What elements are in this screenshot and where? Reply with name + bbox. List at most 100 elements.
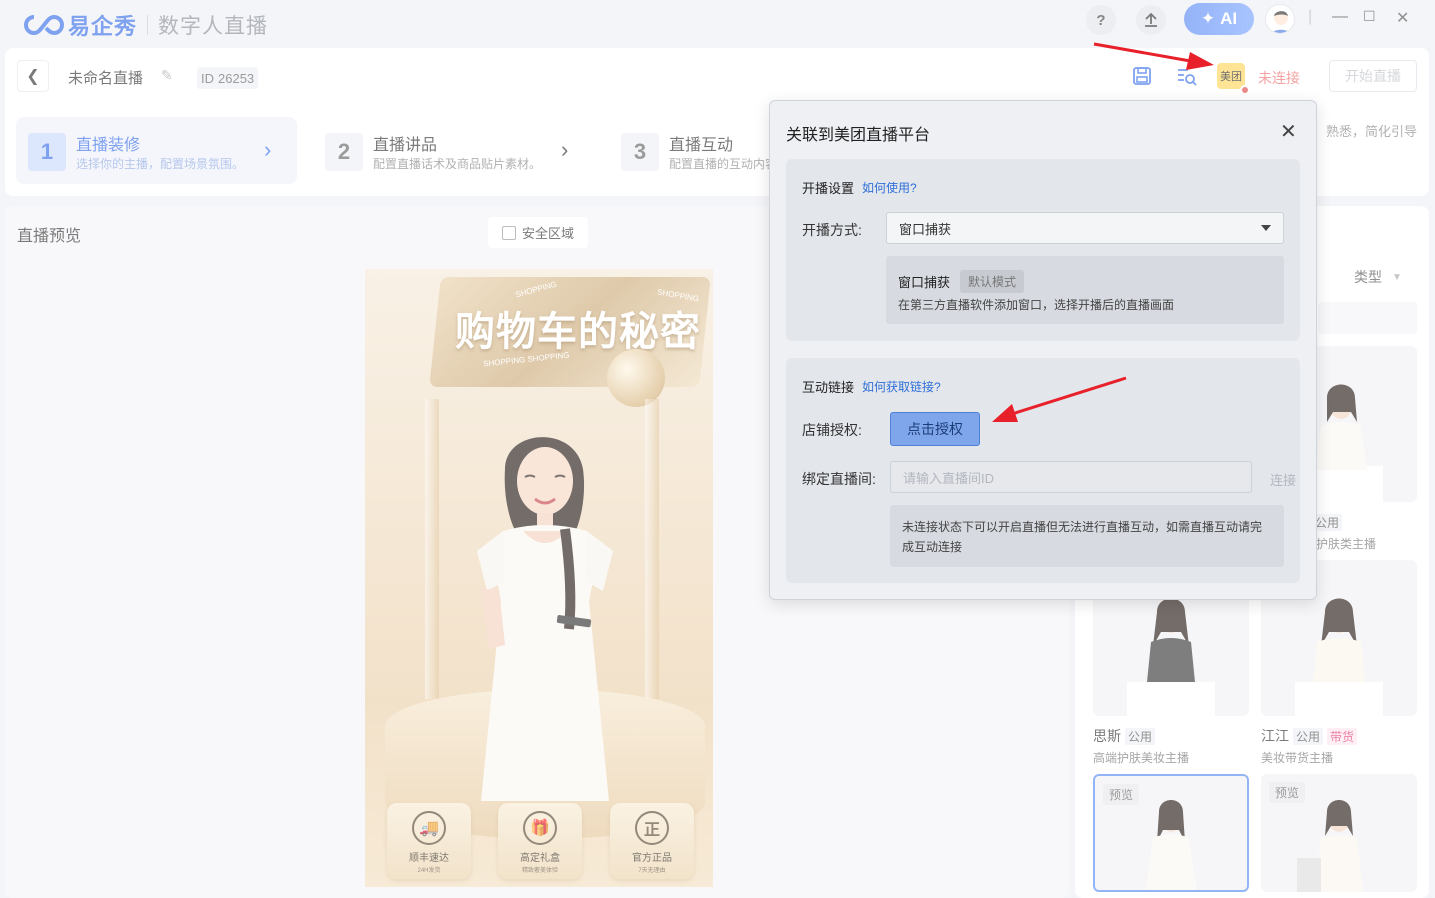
truck-icon: 🚚 (412, 811, 446, 845)
stream-id-badge: ID 26253 (197, 67, 259, 89)
connect-button[interactable]: 连接 (1270, 470, 1296, 489)
chevron-left-icon: ❮ (26, 68, 40, 85)
step-title: 直播互动 (669, 137, 734, 154)
feature-sub: 24H发货 (417, 868, 441, 874)
avatar-name-text: 思斯 (1093, 728, 1121, 744)
safe-area-toggle[interactable]: 安全区域 (488, 217, 588, 248)
section-title: 开播设置 (802, 181, 855, 196)
method-value: 窗口捕获 (899, 221, 952, 237)
mode-title-text: 窗口捕获 (898, 275, 951, 290)
feature-sub: 7天无理由 (638, 868, 666, 874)
close-window-icon[interactable]: ✕ (1396, 8, 1409, 28)
step-title: 直播装修 (76, 137, 141, 154)
feature-label: 高定礼盒 (520, 853, 560, 864)
section-heading: 互动链接 如何获取链接? (802, 377, 941, 396)
title-bar: 易企秀 数字人直播 ? ✦ AI | — ☐ ✕ (0, 0, 1435, 44)
glass-pillar (645, 399, 659, 699)
feature-card: 🚚 顺丰速达 24H发货 (387, 803, 471, 879)
logo-infinity-icon (24, 14, 64, 36)
minimize-icon[interactable]: — (1332, 8, 1348, 26)
how-to-get-link[interactable]: 如何获取链接? (862, 378, 941, 395)
step-title: 直播讲品 (373, 137, 438, 154)
step-1-decor[interactable]: 1 直播装修 选择你的主播，配置场景氛围。 › (16, 117, 297, 184)
close-icon[interactable]: ✕ (1280, 119, 1297, 144)
caret-down-icon (1261, 225, 1271, 231)
method-select[interactable]: 窗口捕获 (886, 212, 1284, 244)
dialog-title: 关联到美团直播平台 (786, 127, 931, 144)
step-hint-text: 熟悉，简化引导 (1326, 124, 1418, 139)
stream-settings-section: 开播设置 如何使用? 开播方式: 窗口捕获 窗口捕获 默认模式 在第三方直播软件… (786, 159, 1300, 341)
user-avatar[interactable] (1265, 4, 1295, 34)
product-name: 数字人直播 (158, 15, 269, 38)
avatar-card[interactable]: 预览 (1261, 774, 1417, 892)
type-filter-select[interactable]: 类型 ▼ (1340, 264, 1416, 290)
preview-tag[interactable]: 预览 (1103, 784, 1140, 805)
brand-name: 易企秀 (68, 14, 138, 39)
search-script-icon[interactable] (1175, 65, 1197, 87)
how-to-use-link[interactable]: 如何使用? (862, 179, 917, 196)
step-desc: 配置直播的互动内容 (669, 157, 769, 171)
mode-title: 窗口捕获 默认模式 (898, 270, 1025, 293)
connection-note: 未连接状态下可以开启直播但无法进行直播互动，如需直播互动请完成互动连接 (890, 505, 1284, 567)
mode-info-box: 窗口捕获 默认模式 在第三方直播软件添加窗口，选择开播后的直播画面 (886, 256, 1284, 324)
live-preview-canvas: SHOPPING SHOPPING SHOPPING SHOPPING 购物车的… (365, 269, 713, 887)
maximize-icon[interactable]: ☐ (1363, 8, 1376, 25)
mode-description: 在第三方直播软件添加窗口，选择开播后的直播画面 (898, 298, 1175, 312)
user-avatar-icon (1271, 11, 1291, 33)
meituan-link-dialog: 关联到美团直播平台 ✕ 开播设置 如何使用? 开播方式: 窗口捕获 窗口捕获 默… (769, 100, 1317, 600)
id-prefix: ID (201, 70, 214, 86)
stream-name[interactable]: 未命名直播 (68, 67, 143, 88)
feature-sub: 精致奢美体验 (521, 868, 558, 874)
avatar-name: 江江 公用 带货 (1261, 726, 1358, 746)
digital-host-image (477, 437, 613, 801)
step-3-interaction[interactable]: 3 直播互动 配置直播的互动内容 (609, 117, 769, 184)
app-logo: 易企秀 数字人直播 (22, 9, 268, 41)
avatar-tag-sale: 带货 (1327, 727, 1358, 745)
banner-title: 购物车的秘密 (455, 310, 701, 354)
room-id-input[interactable]: 请输入直播间ID (890, 461, 1252, 493)
feature-label: 顺丰速达 (409, 853, 449, 864)
meituan-platform-badge[interactable]: 美团 (1217, 63, 1245, 89)
step-number: 3 (621, 133, 659, 171)
avatar-search-bar[interactable] (1318, 302, 1417, 334)
step-desc: 配置直播话术及商品贴片素材。 (373, 157, 542, 171)
avatar-card-selected[interactable]: 预览 (1093, 774, 1249, 892)
titlebar-divider: | (1308, 8, 1313, 25)
connection-status: 未连接 (1258, 70, 1300, 86)
avatar-tag: 公用 (1293, 727, 1324, 745)
avatar-name: 思斯 公用 (1093, 726, 1156, 746)
ai-label: AI (1220, 9, 1238, 28)
ai-button[interactable]: ✦ AI (1184, 3, 1254, 35)
disconnected-dot (1240, 85, 1250, 95)
back-button[interactable]: ❮ (17, 60, 49, 92)
step-number: 1 (28, 133, 66, 171)
type-filter-label: 类型 (1354, 269, 1382, 285)
bind-room-label: 绑定直播间: (802, 471, 876, 487)
section-heading: 开播设置 如何使用? (802, 178, 917, 197)
feature-card: 🎁 高定礼盒 精致奢美体验 (498, 803, 582, 879)
avatar-desc: 护肤类主播 (1316, 537, 1377, 551)
genuine-icon: 正 (635, 811, 669, 845)
default-mode-tag: 默认模式 (960, 270, 1025, 293)
preview-tag[interactable]: 预览 (1269, 782, 1306, 803)
upload-icon (1145, 12, 1157, 27)
safe-area-label: 安全区域 (521, 226, 574, 241)
upload-button[interactable] (1136, 5, 1166, 35)
avatar-desc: 美妆带货主播 (1261, 751, 1334, 765)
logo-divider (147, 15, 149, 35)
safe-area-checkbox[interactable] (501, 225, 516, 240)
start-live-button[interactable]: 开始直播 (1329, 60, 1417, 92)
id-value: 26253 (218, 70, 255, 86)
gift-icon: 🎁 (523, 811, 557, 845)
step-2-products[interactable]: 2 直播讲品 配置直播话术及商品贴片素材。 › (313, 117, 583, 184)
section-title: 互动链接 (802, 380, 855, 395)
method-label: 开播方式: (802, 222, 862, 238)
chevron-right-icon: › (561, 137, 569, 162)
edit-pencil-icon[interactable]: ✎ (161, 67, 173, 84)
save-icon[interactable] (1131, 65, 1153, 87)
help-button[interactable]: ? (1086, 5, 1116, 35)
chevron-right-icon: › (264, 137, 272, 162)
preview-title: 直播预览 (17, 228, 82, 245)
step-number: 2 (325, 133, 363, 171)
authorize-button[interactable]: 点击授权 (890, 412, 980, 446)
